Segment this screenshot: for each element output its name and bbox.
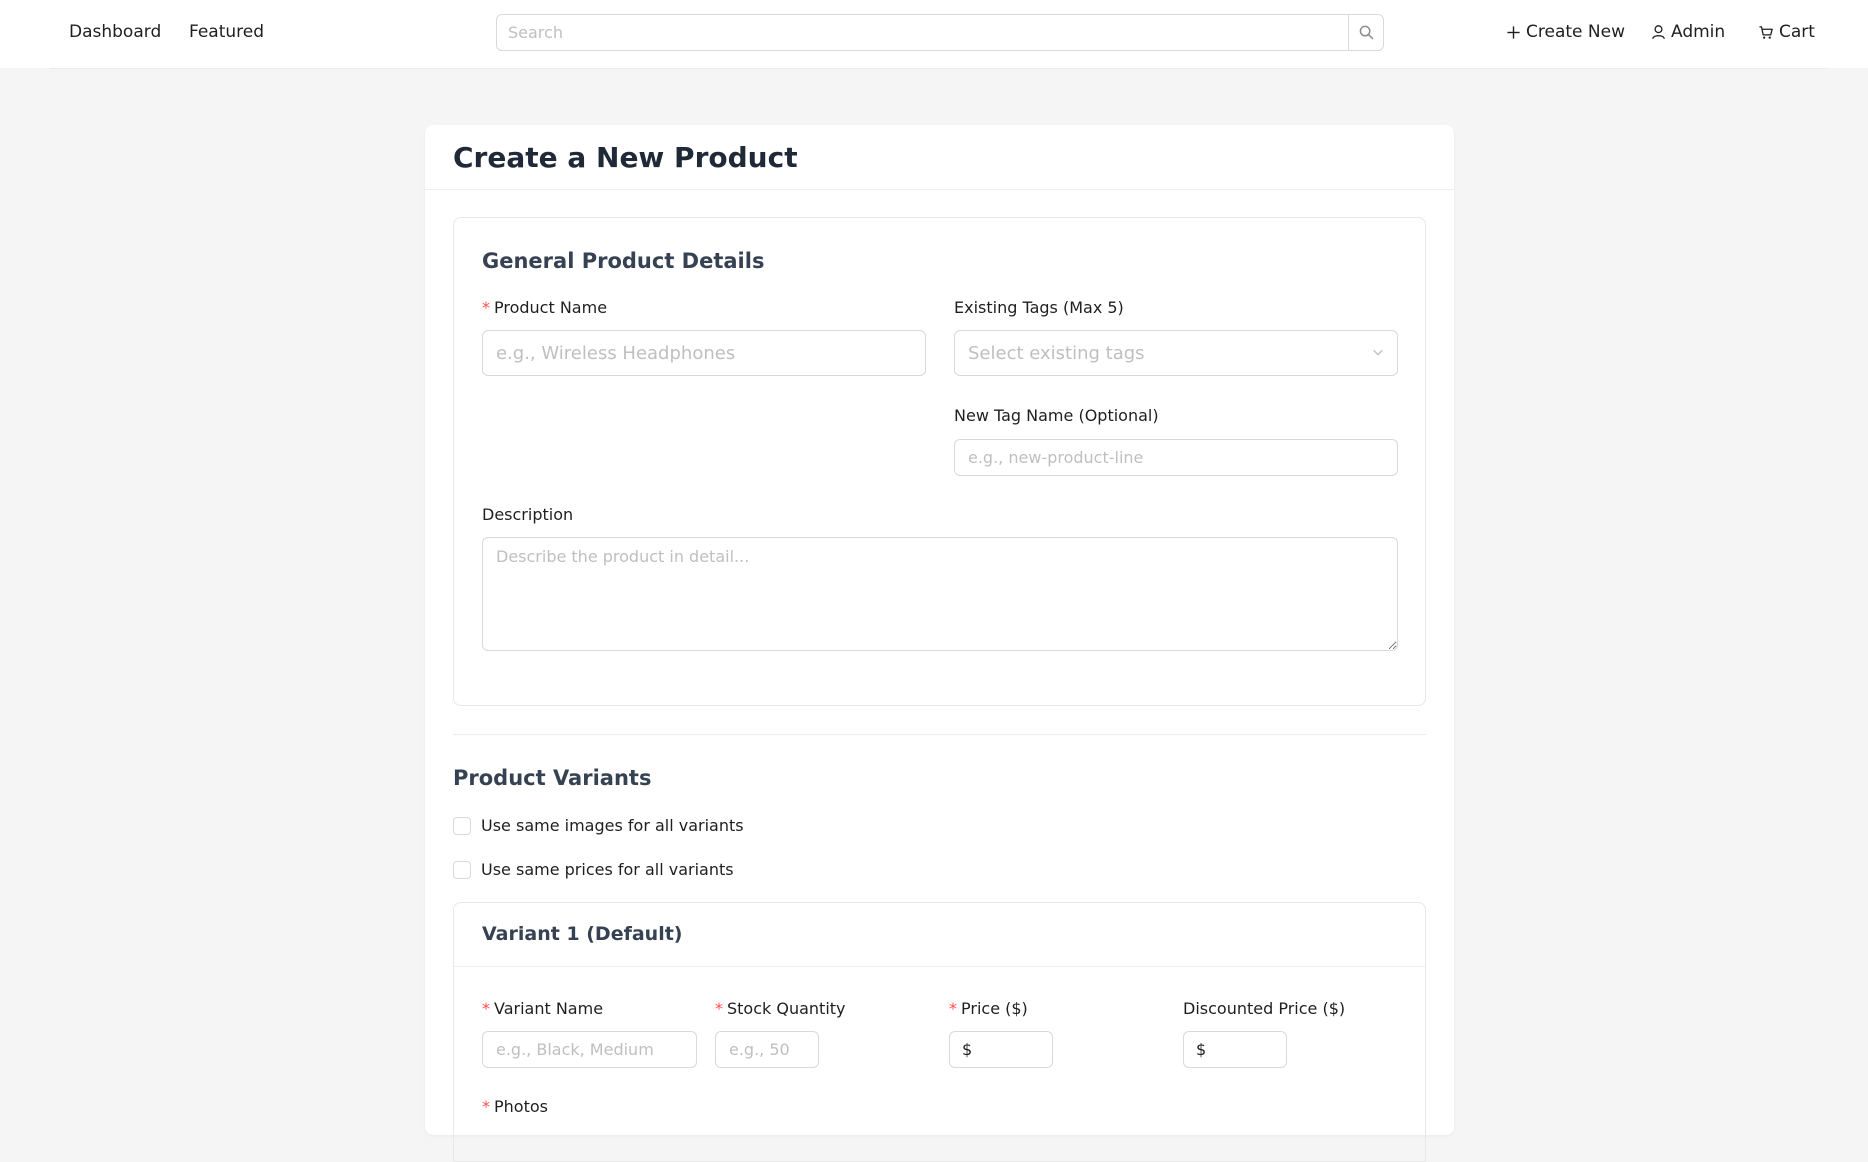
- new-tag-label: New Tag Name (Optional): [954, 406, 1159, 425]
- photos-label: * Photos: [482, 1097, 548, 1116]
- card-header-divider: [425, 189, 1454, 190]
- price-input[interactable]: [976, 1040, 1037, 1059]
- general-details-title: General Product Details: [482, 249, 765, 273]
- product-name-input[interactable]: [482, 330, 926, 376]
- photos-label-text: Photos: [494, 1097, 548, 1116]
- chevron-down-icon: [1373, 349, 1383, 356]
- description-label: Description: [482, 505, 574, 524]
- variant-name-input[interactable]: [482, 1031, 697, 1068]
- same-images-checkbox-row[interactable]: Use same images for all variants: [453, 816, 744, 835]
- variant-card: Variant 1 (Default) *Variant Name *Stock…: [453, 902, 1426, 1162]
- discounted-price-input-wrapper: $: [1183, 1031, 1287, 1068]
- product-name-label-text: Product Name: [494, 298, 608, 317]
- search-button[interactable]: [1348, 15, 1383, 50]
- price-label-text: Price ($): [961, 999, 1028, 1018]
- admin-label: Admin: [1671, 22, 1726, 42]
- product-name-label: * Product Name: [482, 298, 607, 317]
- variant-title: Variant 1 (Default): [482, 923, 683, 945]
- nav-dashboard-link[interactable]: Dashboard: [69, 22, 161, 42]
- search-box: [496, 14, 1384, 51]
- product-variants-title: Product Variants: [453, 766, 652, 790]
- cart-link[interactable]: Cart: [1758, 22, 1815, 42]
- cart-label: Cart: [1779, 22, 1815, 42]
- search-icon: [1359, 25, 1373, 40]
- nav-featured-link[interactable]: Featured: [189, 22, 264, 42]
- description-textarea[interactable]: [482, 537, 1398, 651]
- discounted-price-currency-prefix: $: [1196, 1040, 1207, 1059]
- existing-tags-label: Existing Tags (Max 5): [954, 298, 1124, 317]
- required-marker: *: [715, 999, 723, 1018]
- same-prices-label: Use same prices for all variants: [481, 860, 734, 879]
- variant-header-divider: [454, 966, 1425, 967]
- existing-tags-placeholder: Select existing tags: [968, 342, 1145, 364]
- page-title: Create a New Product: [453, 141, 798, 174]
- required-marker: *: [482, 999, 490, 1018]
- plus-icon: [1507, 25, 1520, 39]
- required-marker: *: [949, 999, 957, 1018]
- same-prices-checkbox[interactable]: [453, 860, 471, 879]
- top-navigation-bar: Dashboard Featured Create New Admin C: [0, 0, 1868, 68]
- existing-tags-select[interactable]: Select existing tags: [954, 330, 1398, 376]
- price-label: * Price ($): [949, 999, 1028, 1018]
- stock-quantity-label-text: Stock Quantity: [727, 999, 846, 1018]
- stock-quantity-input[interactable]: [715, 1031, 819, 1068]
- variant-name-label-text: Variant Name: [494, 999, 604, 1018]
- create-new-label: Create New: [1526, 22, 1625, 42]
- price-input-wrapper: $: [949, 1031, 1053, 1068]
- search-input[interactable]: [497, 15, 1348, 50]
- topbar-divider: [50, 68, 1828, 69]
- section-divider: [453, 734, 1426, 735]
- same-images-label: Use same images for all variants: [481, 816, 744, 835]
- create-product-card: Create a New Product General Product Det…: [425, 125, 1454, 1162]
- discounted-price-label: Discounted Price ($): [1183, 999, 1346, 1018]
- variant-name-label: * Variant Name: [482, 999, 603, 1018]
- same-prices-checkbox-row[interactable]: Use same prices for all variants: [453, 860, 734, 879]
- create-new-link[interactable]: Create New: [1506, 22, 1625, 42]
- user-icon: [1652, 25, 1665, 40]
- admin-link[interactable]: Admin: [1651, 22, 1725, 42]
- price-currency-prefix: $: [962, 1040, 973, 1059]
- same-images-checkbox[interactable]: [453, 816, 471, 835]
- new-tag-input[interactable]: [954, 439, 1398, 476]
- general-details-section: General Product Details *Product Name Ex…: [453, 217, 1426, 706]
- stock-quantity-label: * Stock Quantity: [715, 999, 846, 1018]
- discounted-price-input[interactable]: [1210, 1040, 1271, 1059]
- required-marker: *: [482, 1097, 490, 1116]
- cart-icon: [1759, 25, 1773, 39]
- required-marker: *: [482, 298, 490, 317]
